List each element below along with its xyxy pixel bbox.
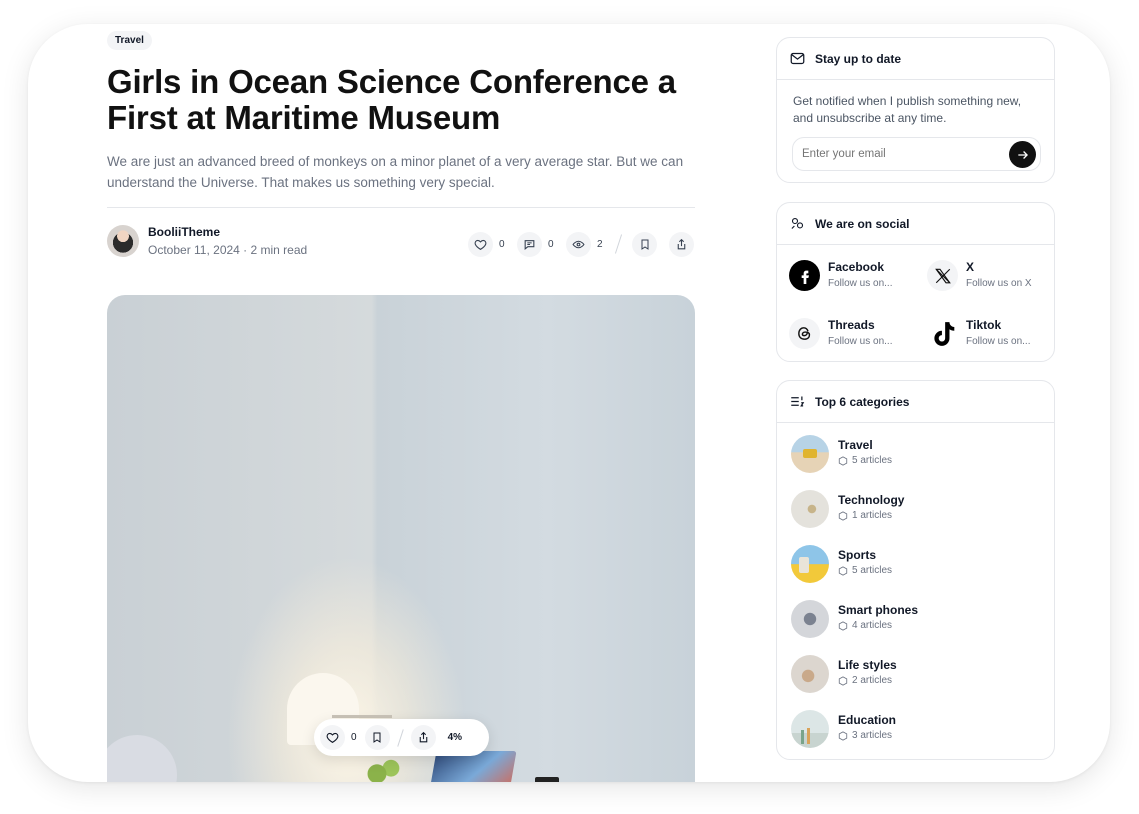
float-like-button[interactable] [320, 725, 345, 750]
share-icon [419, 731, 427, 743]
heart-icon [326, 732, 339, 744]
separator [396, 728, 404, 747]
share-button[interactable] [669, 232, 694, 257]
category-name: Travel [838, 438, 873, 452]
float-bookmark-button[interactable] [364, 725, 390, 750]
social-name: Threads [828, 318, 875, 332]
page-frame: Travel Girls in Ocean Science Conference… [28, 24, 1110, 782]
category-item-sports[interactable]: Sports 5 articles [791, 545, 1041, 583]
hero-image [107, 295, 695, 782]
category-count: 3 articles [838, 730, 892, 741]
lamp-arm [332, 715, 392, 718]
category-name: Technology [838, 493, 905, 507]
article-subtitle: We are just an advanced breed of monkeys… [107, 154, 684, 190]
float-share-button[interactable] [410, 725, 436, 750]
article-icon [838, 620, 848, 631]
article-icon [838, 455, 848, 466]
sort-list-icon [791, 396, 805, 407]
category-thumbnail [791, 600, 829, 638]
threads-icon [789, 318, 820, 349]
category-count: 4 articles [838, 620, 892, 631]
category-name: Education [838, 713, 897, 727]
bookmark-icon [632, 232, 657, 257]
category-thumbnail [791, 435, 829, 473]
social-x[interactable]: X Follow us on X [927, 258, 1047, 294]
comment-count: 0 [548, 239, 554, 250]
category-tag[interactable]: Travel [107, 31, 152, 50]
bookmark-button[interactable] [632, 232, 657, 257]
social-name: Tiktok [966, 318, 1002, 332]
category-thumbnail [791, 490, 829, 528]
views-count: 2 [597, 239, 603, 250]
article-icon [838, 510, 848, 521]
like-count: 0 [499, 239, 505, 250]
facebook-icon [789, 260, 820, 291]
x-icon [927, 260, 958, 291]
comment-icon [517, 232, 542, 257]
author-name[interactable]: BooliiTheme [148, 225, 220, 239]
categories-card: Top 6 categories Travel 5 articles Techn… [776, 380, 1055, 760]
social-sub: Follow us on X [966, 278, 1032, 289]
social-title: We are on social [815, 216, 910, 231]
category-item-travel[interactable]: Travel 5 articles [791, 435, 1041, 473]
social-threads[interactable]: Threads Follow us on... [789, 316, 909, 352]
category-count: 5 articles [838, 565, 892, 576]
categories-title: Top 6 categories [815, 394, 910, 409]
category-count: 1 articles [838, 510, 892, 521]
category-item-life-styles[interactable]: Life styles 2 articles [791, 655, 1041, 693]
like-button[interactable]: 0 [468, 232, 505, 257]
reading-progress: 4% [447, 732, 463, 743]
arrow-right-icon [1017, 150, 1028, 159]
newsletter-text: Get notified when I publish something ne… [793, 94, 1022, 125]
social-sub: Follow us on... [828, 336, 893, 347]
separator [614, 234, 623, 254]
share-icon [669, 232, 694, 257]
category-item-smart-phones[interactable]: Smart phones 4 articles [791, 600, 1041, 638]
category-count: 5 articles [838, 455, 892, 466]
float-like-count: 0 [351, 732, 357, 743]
dark-object [535, 777, 559, 782]
article-icon [838, 565, 848, 576]
category-count: 2 articles [838, 675, 892, 686]
article-icon [838, 730, 848, 741]
newsletter-card: Stay up to date Get notified when I publ… [776, 37, 1055, 183]
social-icon [791, 217, 804, 229]
social-sub: Follow us on... [828, 278, 893, 289]
article-date-readtime: October 11, 2024 · 2 min read [148, 243, 308, 257]
bookmark-icon [373, 732, 381, 743]
social-header: We are on social [777, 203, 1054, 245]
social-sub: Follow us on... [966, 336, 1031, 347]
article-title: Girls in Ocean Science Conference a Firs… [107, 63, 676, 136]
social-name: Facebook [828, 260, 885, 274]
author-avatar[interactable] [107, 225, 139, 257]
newsletter-title: Stay up to date [815, 51, 902, 66]
category-name: Smart phones [838, 603, 919, 617]
social-facebook[interactable]: Facebook Follow us on... [789, 258, 909, 294]
views-indicator: 2 [566, 232, 603, 257]
category-thumbnail [791, 655, 829, 693]
divider [107, 207, 695, 208]
plant-shape [365, 757, 405, 782]
article-icon [838, 675, 848, 686]
category-thumbnail [791, 545, 829, 583]
social-name: X [966, 260, 975, 274]
categories-header: Top 6 categories [777, 381, 1054, 423]
floating-action-bar: 0 4% [314, 719, 489, 756]
comment-button[interactable]: 0 [517, 232, 554, 257]
social-tiktok[interactable]: Tiktok Follow us on... [927, 316, 1047, 352]
heart-icon [468, 232, 493, 257]
category-item-education[interactable]: Education 3 articles [791, 710, 1041, 748]
category-name: Life styles [838, 658, 897, 672]
newsletter-header: Stay up to date [777, 38, 1054, 80]
email-input[interactable] [792, 137, 1041, 171]
eye-icon [566, 232, 591, 257]
chair-shape [107, 735, 177, 782]
subscribe-button[interactable] [1009, 141, 1036, 168]
social-card: We are on social Facebook Follow us on..… [776, 202, 1055, 362]
tiktok-icon [927, 318, 958, 349]
category-thumbnail [791, 710, 829, 748]
category-name: Sports [838, 548, 877, 562]
mail-icon [790, 52, 805, 65]
category-item-technology[interactable]: Technology 1 articles [791, 490, 1041, 528]
